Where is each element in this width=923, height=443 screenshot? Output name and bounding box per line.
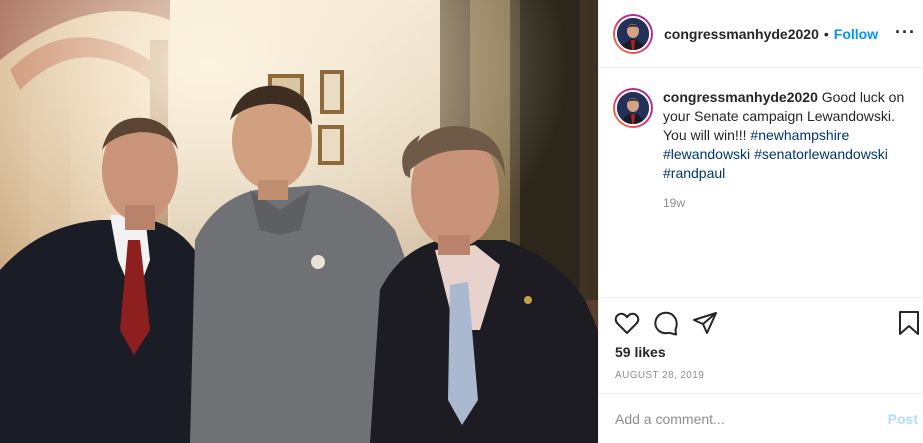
comment-icon[interactable] xyxy=(652,309,680,337)
follow-button[interactable]: Follow xyxy=(834,26,878,42)
caption-username[interactable]: congressmanhyde2020 xyxy=(663,89,818,105)
post-button[interactable]: Post xyxy=(888,411,918,427)
post-sidebar: congressmanhyde2020 • Follow ··· congres… xyxy=(598,0,923,443)
avatar-image xyxy=(615,90,651,126)
post-header: congressmanhyde2020 • Follow ··· xyxy=(599,0,923,68)
share-icon[interactable] xyxy=(691,309,719,337)
avatar[interactable] xyxy=(613,13,653,54)
comment-input[interactable] xyxy=(615,394,865,443)
avatar-image xyxy=(615,15,651,52)
likes-count[interactable]: 59 likes xyxy=(615,344,666,360)
caption-block: congressmanhyde2020 Good luck on your Se… xyxy=(613,88,913,183)
hashtag-link[interactable]: #lewandowski xyxy=(663,146,750,162)
hashtag-link[interactable]: #randpaul xyxy=(663,165,725,181)
bookmark-icon[interactable] xyxy=(895,309,923,337)
header-username[interactable]: congressmanhyde2020 xyxy=(664,26,819,42)
post-date: AUGUST 28, 2019 xyxy=(615,370,705,381)
photo-image xyxy=(0,0,598,443)
instagram-post-view: congressmanhyde2020 • Follow ··· congres… xyxy=(0,0,923,443)
more-icon[interactable]: ··· xyxy=(895,22,916,43)
caption-text: congressmanhyde2020 Good luck on your Se… xyxy=(663,88,908,183)
post-age[interactable]: 19w xyxy=(663,196,685,210)
caption-avatar[interactable] xyxy=(613,88,653,128)
hashtag-link[interactable]: #senatorlewandowski xyxy=(754,146,888,162)
post-photo[interactable] xyxy=(0,0,598,443)
hashtag-link[interactable]: #newhampshire xyxy=(750,127,849,143)
separator-dot: • xyxy=(823,25,829,42)
comment-bar: Post xyxy=(599,393,923,443)
post-actions: 59 likes AUGUST 28, 2019 xyxy=(599,297,923,393)
heart-icon[interactable] xyxy=(613,309,641,337)
